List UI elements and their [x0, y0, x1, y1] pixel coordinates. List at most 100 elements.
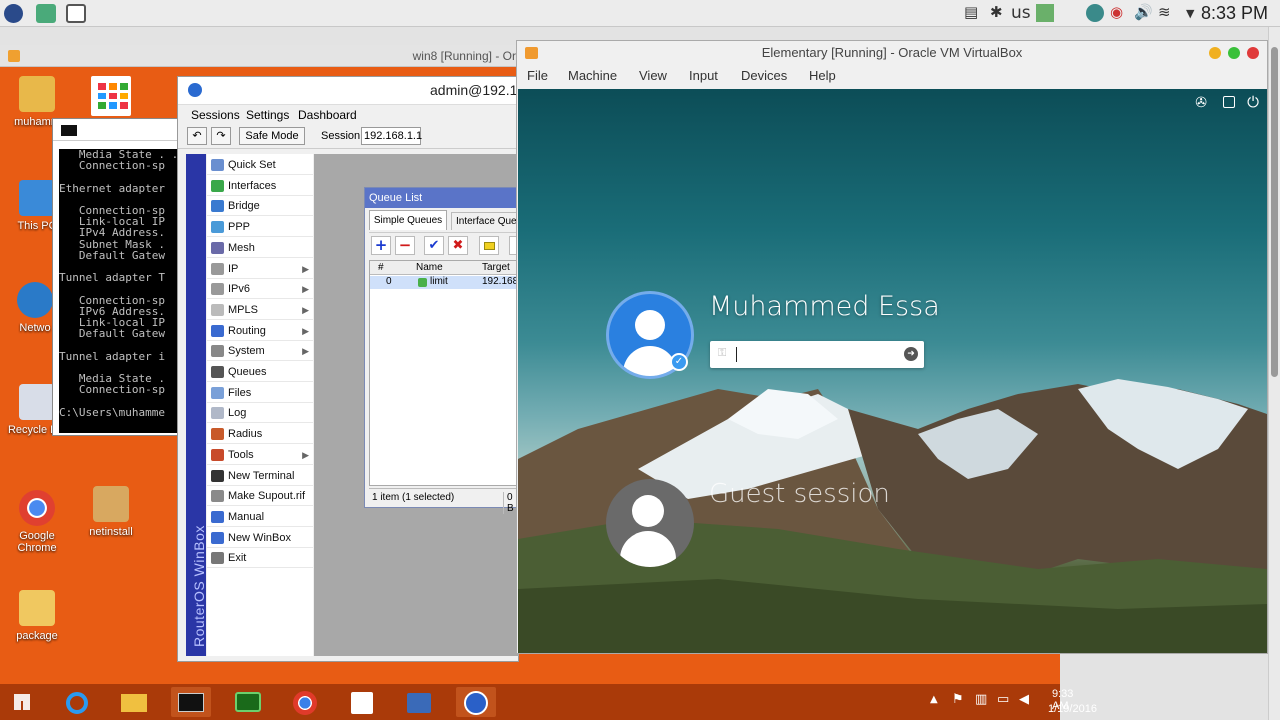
- guest-avatar[interactable]: [606, 479, 694, 567]
- cmd-taskbar-icon[interactable]: [171, 687, 211, 717]
- nav-item-new-winbox[interactable]: New WinBox: [207, 528, 313, 548]
- winbox-titlebar[interactable]: admin@192.1: [178, 77, 518, 105]
- keyboard-layout[interactable]: us: [1011, 3, 1031, 23]
- elementary-login-screen[interactable]: ✇ ⏻ ✓ Muhammed Essa ⚿ ➜ Guest session: [518, 89, 1267, 653]
- host-scrollbar[interactable]: [1268, 27, 1280, 720]
- nav-item-make-supout-rif[interactable]: Make Supout.rif: [207, 486, 313, 507]
- app-indicator-icon[interactable]: [1086, 4, 1104, 22]
- scrollbar-thumb[interactable]: [1271, 47, 1278, 377]
- system-menu-chevron-icon[interactable]: ▼: [1186, 7, 1194, 20]
- internet-explorer-icon[interactable]: [57, 687, 97, 717]
- desktop-icon-package[interactable]: package: [2, 590, 72, 642]
- status-text: 1 item (1 selected): [372, 492, 455, 503]
- nav-item-routing[interactable]: Routing ▶: [207, 321, 313, 341]
- nav-item-system[interactable]: System ▶: [207, 341, 313, 362]
- tiles-icon[interactable]: [91, 76, 131, 116]
- volume-icon[interactable]: 🔊: [1134, 3, 1153, 21]
- accessibility-icon[interactable]: ✇: [1195, 95, 1207, 111]
- tab-interface-queues[interactable]: Interface Queu: [451, 212, 525, 230]
- menu-view[interactable]: View: [639, 68, 667, 83]
- menu-input[interactable]: Input: [689, 68, 718, 83]
- column-header[interactable]: Name: [416, 262, 443, 273]
- tab-simple-queues[interactable]: Simple Queues: [369, 210, 447, 230]
- wifi-icon[interactable]: ≋: [1158, 3, 1171, 21]
- redo-button[interactable]: ↷: [211, 127, 231, 145]
- menu-dashboard[interactable]: Dashboard: [298, 108, 357, 122]
- menu-settings[interactable]: Settings: [246, 108, 289, 122]
- virtualbox-titlebar[interactable]: Elementary [Running] - Oracle VM Virtual…: [517, 41, 1267, 65]
- menu-sessions[interactable]: Sessions: [191, 108, 240, 122]
- login-arrow-icon[interactable]: ➜: [904, 347, 918, 361]
- menu-file[interactable]: File: [527, 68, 548, 83]
- taskbar-date[interactable]: 1/19/2016: [1048, 703, 1097, 715]
- record-icon[interactable]: ◉: [1110, 3, 1123, 21]
- windows-start-icon[interactable]: [4, 687, 40, 717]
- flag-icon[interactable]: ⚑: [952, 692, 964, 707]
- disable-icon[interactable]: ✖: [448, 236, 468, 255]
- eye-app-icon[interactable]: [228, 687, 268, 717]
- nav-item-queues[interactable]: Queues: [207, 362, 313, 382]
- fedora-icon[interactable]: [4, 4, 23, 23]
- nav-item-label: New Terminal: [228, 469, 295, 482]
- file-explorer-icon[interactable]: [114, 687, 154, 717]
- tray-volume-icon[interactable]: ◀: [1019, 692, 1029, 707]
- power-icon[interactable]: ⏻: [1247, 93, 1259, 111]
- network-setup-icon[interactable]: [399, 687, 439, 717]
- nav-item-mpls[interactable]: MPLS ▶: [207, 300, 313, 320]
- keyboard-indicator-icon[interactable]: [1223, 96, 1235, 108]
- undo-button[interactable]: ↶: [187, 127, 207, 145]
- safe-mode-button[interactable]: Safe Mode: [239, 127, 305, 145]
- comment-icon[interactable]: [479, 236, 499, 255]
- enable-icon[interactable]: ✔: [424, 236, 444, 255]
- nav-item-mesh[interactable]: Mesh: [207, 238, 313, 258]
- desktop-icon-label: This PC: [17, 220, 57, 232]
- desktop-icon-chrome[interactable]: Google Chrome: [2, 490, 72, 554]
- menu-help[interactable]: Help: [809, 68, 836, 83]
- column-header[interactable]: #: [378, 262, 384, 273]
- guest-session-label[interactable]: Guest session: [709, 479, 890, 509]
- password-field[interactable]: ⚿ ➜: [710, 341, 924, 368]
- desktop-icon-netinstall[interactable]: netinstall: [76, 486, 146, 538]
- tray-network-icon[interactable]: ▥: [975, 692, 987, 707]
- nav-item-quick-set[interactable]: Quick Set: [207, 155, 313, 175]
- cmd-titlebar[interactable]: [53, 119, 179, 141]
- cmd-window[interactable]: Media State . . Connection-sp Ethernet a…: [52, 118, 180, 436]
- nav-item-radius[interactable]: Radius: [207, 424, 313, 445]
- clipboard-icon[interactable]: ▤: [964, 3, 978, 21]
- close-button[interactable]: [1247, 47, 1259, 59]
- submenu-arrow-icon: ▶: [302, 263, 309, 274]
- session-field[interactable]: 192.168.1.1: [361, 127, 422, 145]
- software-icon[interactable]: [36, 4, 56, 23]
- nav-item-new-terminal[interactable]: New Terminal: [207, 466, 313, 486]
- network-status-icon[interactable]: [1036, 4, 1054, 22]
- remove-icon[interactable]: −: [395, 236, 415, 255]
- nav-item-tools[interactable]: Tools ▶: [207, 445, 313, 465]
- bluetooth-icon[interactable]: ✱: [990, 3, 1003, 21]
- chrome-taskbar-icon[interactable]: [285, 687, 325, 717]
- winbox-taskbar-icon[interactable]: [456, 687, 496, 717]
- nav-item-exit[interactable]: Exit: [207, 548, 313, 569]
- nav-item-bridge[interactable]: Bridge: [207, 196, 313, 217]
- nav-item-log[interactable]: Log: [207, 403, 313, 424]
- nav-item-ppp[interactable]: PPP: [207, 217, 313, 238]
- tray-chevron-icon[interactable]: ▲: [930, 694, 938, 705]
- queue-list-window[interactable]: Queue List Simple Queues Interface Queu …: [364, 187, 525, 514]
- menu-machine[interactable]: Machine: [568, 68, 617, 83]
- add-icon[interactable]: +: [371, 236, 391, 255]
- nav-item-files[interactable]: Files: [207, 383, 313, 403]
- nav-item-ipv6[interactable]: IPv6 ▶: [207, 279, 313, 300]
- nav-item-ip[interactable]: IP ▶: [207, 259, 313, 279]
- table-row[interactable]: 0 limit 192.168: [370, 276, 522, 289]
- tiles-taskbar-icon[interactable]: [342, 687, 382, 717]
- screen-icon[interactable]: [66, 4, 86, 23]
- maximize-button[interactable]: [1228, 47, 1240, 59]
- minimize-button[interactable]: [1209, 47, 1221, 59]
- nav-item-interfaces[interactable]: Interfaces: [207, 176, 313, 196]
- tray-monitor-icon[interactable]: ▭: [997, 692, 1009, 707]
- menu-devices[interactable]: Devices: [741, 68, 787, 83]
- virtualbox-window[interactable]: Elementary [Running] - Oracle VM Virtual…: [516, 40, 1268, 654]
- clock[interactable]: 8:33 PM: [1201, 3, 1268, 24]
- cmd-console-output[interactable]: Media State . . Connection-sp Ethernet a…: [59, 149, 179, 433]
- nav-item-manual[interactable]: Manual: [207, 507, 313, 527]
- column-header[interactable]: Target: [482, 262, 510, 273]
